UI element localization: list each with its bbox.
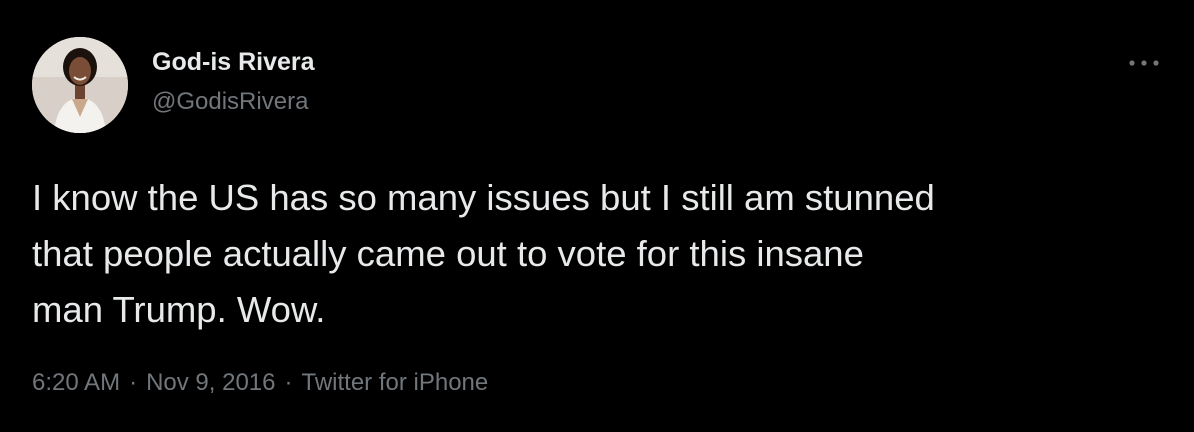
author-display-name[interactable]: God-is Rivera [152, 47, 315, 77]
tweet-text: I know the US has so many issues but I s… [32, 170, 1172, 338]
tweet-text-line: man Trump. Wow. [32, 289, 326, 330]
meta-separator: · [284, 369, 293, 396]
tweet-date[interactable]: Nov 9, 2016 [146, 369, 275, 396]
ellipsis-icon[interactable] [1126, 55, 1162, 71]
author-handle[interactable]: @GodisRivera [152, 87, 308, 117]
tweet-text-line: that people actually came out to vote fo… [32, 233, 864, 274]
tweet-card: God-is Rivera @GodisRivera I know the US… [0, 0, 1194, 432]
tweet-text-line: I know the US has so many issues but I s… [32, 177, 935, 218]
tweet-metadata: 6:20 AM · Nov 9, 2016 · Twitter for iPhone [32, 366, 488, 400]
tweet-source[interactable]: Twitter for iPhone [301, 369, 488, 396]
tweet-time[interactable]: 6:20 AM [32, 369, 120, 396]
avatar[interactable] [32, 37, 128, 133]
meta-separator: · [129, 369, 138, 396]
profile-photo-icon [32, 37, 128, 133]
